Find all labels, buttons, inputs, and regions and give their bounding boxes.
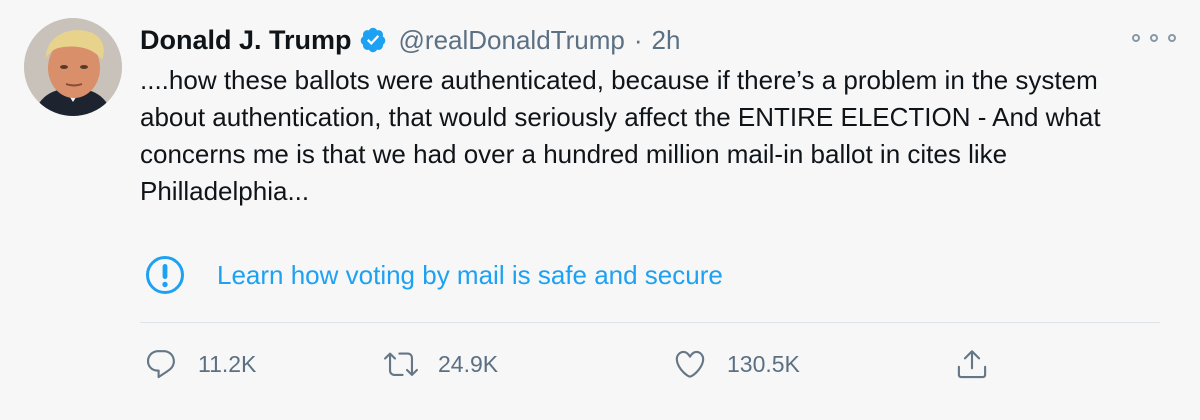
misinformation-notice[interactable]: Learn how voting by mail is safe and sec… — [145, 253, 723, 297]
tweet-header: Donald J. Trump @realDonaldTrump · 2h — [140, 20, 680, 60]
tweet-text: ....how these ballots were authenticated… — [140, 65, 1101, 206]
tweet-actions: 11.2K 24.9K 130.5K — [140, 340, 1160, 388]
verified-badge-icon — [360, 27, 385, 53]
more-options-icon[interactable] — [1132, 28, 1176, 48]
divider — [140, 322, 1160, 323]
reply-icon — [146, 350, 175, 379]
author-handle[interactable]: @realDonaldTrump — [399, 25, 625, 56]
like-button[interactable]: 130.5K — [673, 340, 800, 388]
exclamation-circle-icon — [146, 256, 184, 294]
tweet-card[interactable]: Donald J. Trump @realDonaldTrump · 2h ..… — [0, 0, 1200, 420]
share-icon — [957, 350, 987, 379]
reply-count: 11.2K — [198, 350, 257, 377]
avatar[interactable] — [24, 18, 122, 116]
share-button[interactable] — [955, 340, 989, 388]
header-separator: · — [633, 24, 643, 55]
voting-info-link[interactable]: Learn how voting by mail is safe and sec… — [217, 260, 723, 291]
retweet-count: 24.9K — [438, 350, 499, 377]
more-dot — [1132, 34, 1140, 42]
profile-photo — [24, 18, 122, 116]
more-dot — [1150, 34, 1158, 42]
reply-button[interactable]: 11.2K — [144, 340, 256, 388]
retweet-button[interactable]: 24.9K — [384, 340, 498, 388]
tweet-timestamp[interactable]: 2h — [652, 25, 681, 56]
retweet-icon — [384, 352, 418, 376]
more-dot — [1168, 34, 1176, 42]
like-count: 130.5K — [727, 350, 800, 377]
heart-icon — [675, 350, 705, 378]
author-name[interactable]: Donald J. Trump — [140, 25, 352, 56]
